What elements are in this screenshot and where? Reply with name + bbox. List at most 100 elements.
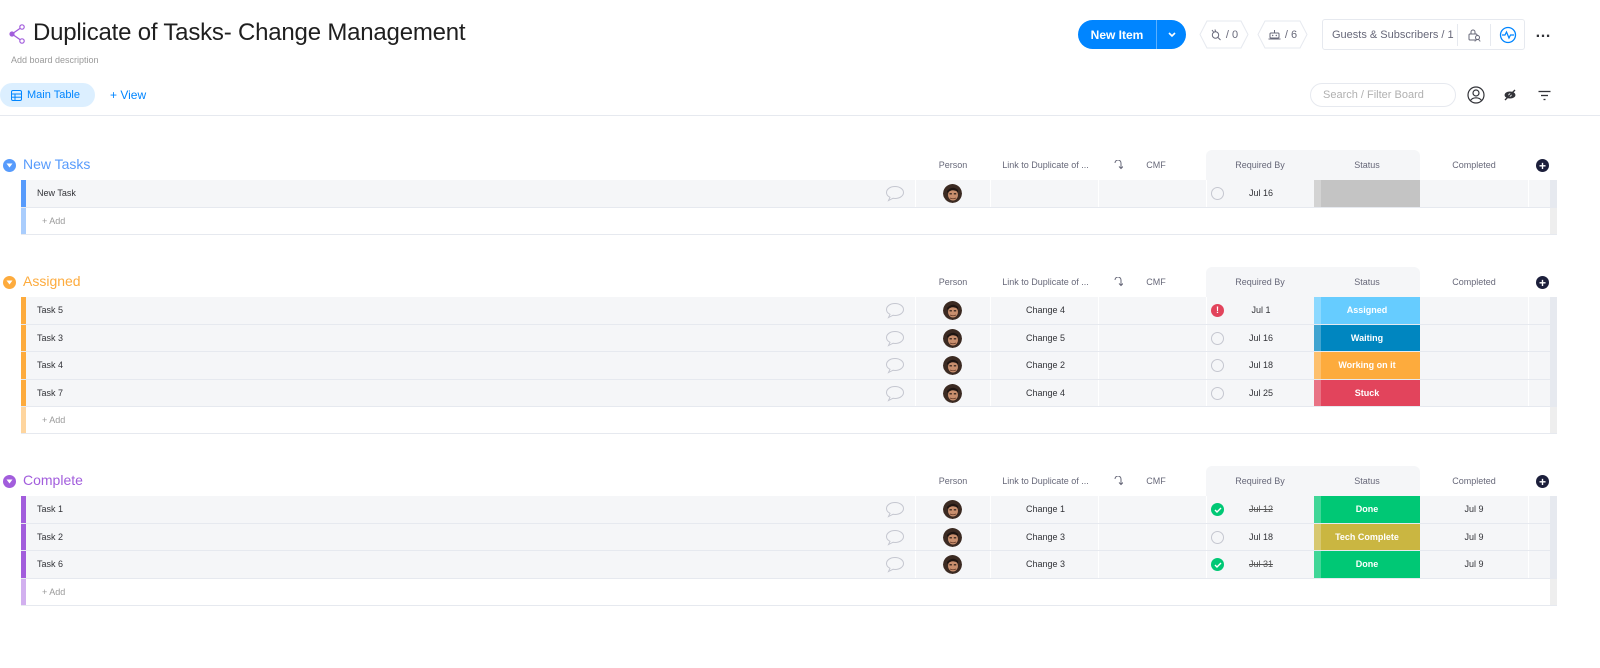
add-item-row[interactable]: + Add (21, 578, 1557, 606)
guests-subscribers-button[interactable]: Guests & Subscribers / 1 (1323, 29, 1457, 41)
column-header-completed[interactable]: Completed (1420, 476, 1528, 486)
activity-button[interactable] (1491, 26, 1524, 44)
integrations-button[interactable]: / 0 (1199, 20, 1249, 49)
table-row[interactable]: New Task Jul 16 (21, 180, 1557, 208)
add-item-input[interactable]: + Add (42, 415, 65, 425)
add-item-row[interactable]: + Add (21, 407, 1557, 434)
column-header-person[interactable]: Person (930, 476, 976, 486)
status-label[interactable]: Done (1314, 551, 1420, 578)
required-by-date[interactable]: Jul 18 (1231, 360, 1291, 370)
new-item-button[interactable]: New Item (1078, 20, 1157, 49)
column-header-status[interactable]: Status (1314, 476, 1420, 486)
hide-columns-button[interactable] (1501, 86, 1519, 104)
column-header-required-by[interactable]: Required By (1210, 277, 1310, 287)
tab-main-table[interactable]: Main Table (0, 83, 95, 107)
column-header-person[interactable]: Person (930, 160, 976, 170)
add-view-button[interactable]: + View (110, 88, 146, 102)
group-collapse-toggle[interactable] (3, 159, 16, 172)
item-name[interactable]: New Task (37, 188, 76, 198)
group-collapse-toggle[interactable] (3, 475, 16, 488)
status-label[interactable]: Done (1314, 496, 1420, 523)
table-row[interactable]: Task 1 Change 1 Jul 12 Done Jul 9 (21, 496, 1557, 524)
comment-bubble-icon[interactable] (885, 385, 905, 402)
table-row[interactable]: Task 3 Change 5 Jul 16 Waiting (21, 324, 1557, 352)
done-check-icon[interactable] (1211, 558, 1224, 571)
column-header-completed[interactable]: Completed (1420, 160, 1528, 170)
completed-date[interactable]: Jul 9 (1420, 559, 1528, 569)
date-status-indicator[interactable] (1211, 359, 1224, 372)
add-item-input[interactable]: + Add (42, 216, 65, 226)
date-status-indicator[interactable] (1211, 187, 1224, 200)
board-permissions-button[interactable] (1458, 28, 1491, 42)
sort-filter-button[interactable] (1535, 86, 1553, 104)
comment-bubble-icon[interactable] (885, 330, 905, 347)
column-header-cmf[interactable]: CMF (1136, 277, 1176, 287)
linked-item[interactable]: Change 3 (992, 559, 1099, 569)
automations-button[interactable]: / 6 (1257, 20, 1308, 49)
comment-bubble-icon[interactable] (885, 302, 905, 319)
status-label[interactable]: Working on it (1314, 352, 1420, 379)
required-by-date[interactable]: Jul 16 (1231, 188, 1291, 198)
item-name[interactable]: Task 3 (37, 333, 63, 343)
table-row[interactable]: Task 7 Change 4 Jul 25 Stuck (21, 379, 1557, 407)
comment-bubble-icon[interactable] (885, 185, 905, 202)
add-item-row[interactable]: + Add (21, 207, 1557, 235)
column-header-person[interactable]: Person (930, 277, 976, 287)
completed-date[interactable]: Jul 9 (1420, 532, 1528, 542)
status-label[interactable]: Tech Complete (1314, 523, 1420, 550)
linked-item[interactable]: Change 3 (992, 532, 1099, 542)
board-title[interactable]: Duplicate of Tasks- Change Management (33, 19, 466, 47)
item-name[interactable]: Task 5 (37, 305, 63, 315)
more-options-button[interactable]: … (1535, 24, 1552, 42)
item-name[interactable]: Task 6 (37, 559, 63, 569)
required-by-date[interactable]: Jul 16 (1231, 333, 1291, 343)
column-header-dependency[interactable] (1111, 276, 1125, 289)
column-header-required-by[interactable]: Required By (1210, 476, 1310, 486)
person-avatar[interactable] (943, 301, 962, 320)
required-by-date[interactable]: Jul 31 (1231, 559, 1291, 569)
search-filter-input[interactable] (1310, 83, 1456, 107)
date-status-indicator[interactable] (1211, 530, 1224, 544)
linked-item[interactable]: Change 4 (992, 388, 1099, 398)
status-label[interactable]: Stuck (1314, 379, 1420, 406)
column-header-completed[interactable]: Completed (1420, 277, 1528, 287)
column-header-cmf[interactable]: CMF (1136, 476, 1176, 486)
group-title[interactable]: Assigned (23, 273, 81, 289)
required-by-date[interactable]: Jul 1 (1231, 305, 1291, 315)
item-name[interactable]: Task 7 (37, 388, 63, 398)
required-by-date[interactable]: Jul 18 (1231, 532, 1291, 542)
group-title[interactable]: Complete (23, 472, 83, 488)
linked-item[interactable]: Change 4 (992, 305, 1099, 315)
person-avatar[interactable] (943, 184, 962, 203)
column-header-cmf[interactable]: CMF (1136, 160, 1176, 170)
comment-bubble-icon[interactable] (885, 357, 905, 374)
required-by-date[interactable]: Jul 12 (1231, 504, 1291, 514)
column-header-required-by[interactable]: Required By (1210, 160, 1310, 170)
column-header-dependency[interactable] (1111, 159, 1125, 172)
table-row[interactable]: Task 2 Change 3 Jul 18 Tech Complete Jul… (21, 523, 1557, 551)
comment-bubble-icon[interactable] (885, 501, 905, 518)
date-status-indicator[interactable] (1211, 386, 1224, 400)
share-icon[interactable] (8, 24, 26, 44)
comment-bubble-icon[interactable] (885, 529, 905, 546)
comment-bubble-icon[interactable] (885, 556, 905, 573)
table-row[interactable]: Task 4 Change 2 Jul 18 Working on it (21, 352, 1557, 380)
item-name[interactable]: Task 4 (37, 360, 63, 370)
required-by-date[interactable]: Jul 25 (1231, 388, 1291, 398)
linked-item[interactable]: Change 5 (992, 333, 1099, 343)
table-row[interactable]: Task 5 Change 4 ! Jul 1 Assigned (21, 297, 1557, 325)
date-status-indicator[interactable] (1211, 331, 1224, 345)
person-filter-button[interactable] (1467, 86, 1485, 104)
column-header-status[interactable]: Status (1314, 160, 1420, 170)
column-header-link[interactable]: Link to Duplicate of ... (992, 277, 1099, 287)
add-column-button[interactable]: + (1536, 276, 1549, 289)
column-header-dependency[interactable] (1111, 475, 1125, 488)
person-avatar[interactable] (943, 356, 962, 375)
item-name[interactable]: Task 1 (37, 504, 63, 514)
new-item-dropdown[interactable] (1157, 20, 1186, 49)
column-header-link[interactable]: Link to Duplicate of ... (992, 476, 1099, 486)
add-column-button[interactable]: + (1536, 159, 1549, 172)
group-collapse-toggle[interactable] (3, 276, 16, 289)
table-row[interactable]: Task 6 Change 3 Jul 31 Done Jul 9 (21, 551, 1557, 579)
status-label[interactable]: Waiting (1314, 324, 1420, 351)
